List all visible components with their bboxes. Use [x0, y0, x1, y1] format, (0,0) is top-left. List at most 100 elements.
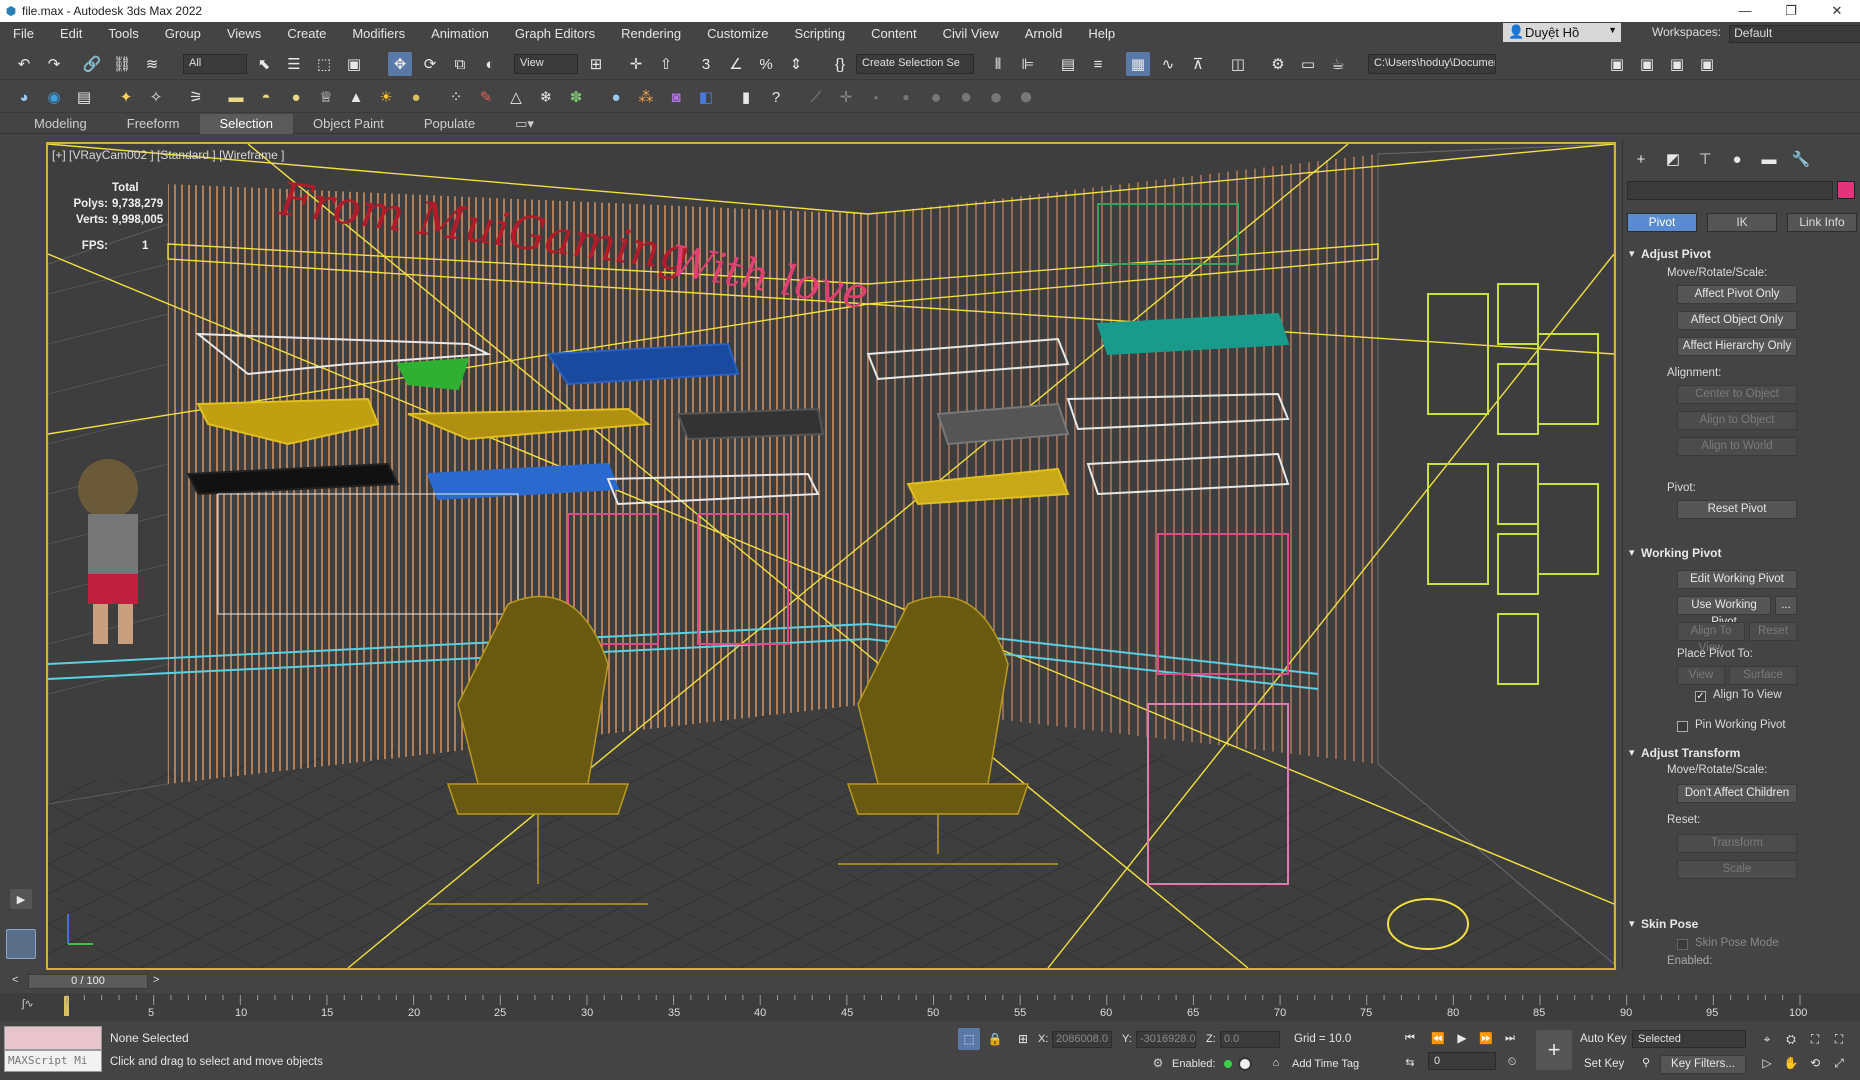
dont-affect-children-button[interactable]: Don't Affect Children [1677, 784, 1797, 803]
dot-xxlarge-icon[interactable]: ● [984, 84, 1008, 109]
dot-max-icon[interactable]: ● [1014, 83, 1038, 110]
time-tag-icon[interactable]: ⌂ [1266, 1052, 1286, 1074]
vray-decal-icon[interactable]: ✎ [474, 85, 498, 109]
menu-rendering[interactable]: Rendering [608, 26, 694, 41]
go-to-end-icon[interactable]: ⏭ [1500, 1028, 1520, 1048]
bind-space-warp-icon[interactable]: ≋ [140, 52, 164, 76]
working-pivot-header[interactable]: Working Pivot [1627, 544, 1855, 562]
zoom-all-icon[interactable]: ⛭ [1780, 1028, 1802, 1050]
time-back-icon[interactable]: < [12, 974, 18, 986]
reference-coord-dropdown[interactable]: View [514, 54, 578, 74]
menu-help[interactable]: Help [1075, 26, 1128, 41]
workspace-dropdown[interactable]: Default [1729, 25, 1860, 43]
align-to-object-button[interactable]: Align to Object [1677, 411, 1797, 430]
schematic-view-icon[interactable]: ⊼ [1186, 52, 1210, 76]
undo-icon[interactable]: ↶ [12, 52, 36, 76]
dot-medium-icon[interactable]: ● [894, 85, 918, 109]
key-filters-icon[interactable]: ⚲ [1636, 1052, 1656, 1072]
add-time-tag[interactable]: Add Time Tag [1292, 1058, 1359, 1070]
restore-button[interactable]: ❐ [1768, 0, 1814, 22]
field-of-view-icon[interactable]: ▷ [1756, 1052, 1778, 1074]
viewport[interactable]: [+] [VRayCam002 ] [Standard ] [Wireframe… [46, 142, 1616, 970]
time-forward-icon[interactable]: > [153, 974, 159, 986]
align-to-view-button[interactable]: Align To View [1677, 622, 1745, 654]
set-key-button[interactable]: Set Key [1584, 1058, 1624, 1070]
vray-toolbar-icon[interactable]: ▮ [734, 85, 758, 109]
key-mode-toggle-icon[interactable]: ⇆ [1400, 1052, 1420, 1072]
current-frame-field[interactable]: 0 [1428, 1052, 1496, 1070]
motion-panel-icon[interactable]: ● [1725, 147, 1749, 171]
vray-plant-icon[interactable]: ✽ [564, 85, 588, 109]
mirror-icon[interactable]: ⫴ [986, 52, 1010, 76]
menu-group[interactable]: Group [152, 26, 214, 41]
time-configuration-icon[interactable]: ⏲ [1502, 1052, 1522, 1072]
keyboard-shortcut-icon[interactable]: ⇧ [654, 52, 678, 76]
vray-multi-mtl-icon[interactable]: ⁂ [634, 85, 658, 109]
track-bar[interactable]: ʃ∿ 5 10 15 20 25 30 35 40 45 50 55 60 65… [0, 993, 1860, 1021]
next-frame-icon[interactable]: ⏩ [1476, 1028, 1496, 1048]
go-to-start-icon[interactable]: ⏮ [1400, 1028, 1420, 1048]
user-account-dropdown[interactable]: 👤 Duyệt Hồ ▼ [1503, 23, 1621, 42]
open-project-icon[interactable]: ▣ [1665, 52, 1689, 76]
previous-frame-icon[interactable]: ⏪ [1428, 1028, 1448, 1048]
adaptive-degradation-icon[interactable]: ⚙ [1148, 1052, 1168, 1074]
align-to-view-checkbox[interactable]: ✓ [1695, 691, 1706, 702]
snaps-toggle-icon[interactable]: 3 [694, 52, 718, 76]
tab-selection[interactable]: Selection [199, 113, 293, 134]
reset-pivot-button[interactable]: Reset Pivot [1677, 500, 1797, 519]
curve-editor-icon[interactable]: ∿ [1156, 52, 1180, 76]
y-coordinate-field[interactable]: -3016928.0 [1136, 1031, 1196, 1048]
vray-ies-icon[interactable]: ✧ [144, 85, 168, 109]
zoom-icon[interactable]: ⌖ [1756, 1028, 1778, 1050]
play-icon[interactable]: ▶ [1452, 1028, 1472, 1048]
time-slider[interactable]: 0 / 100 [28, 974, 148, 989]
set-key-icon[interactable]: + [1536, 1030, 1572, 1070]
hierarchy-panel-icon[interactable]: ⊤ [1693, 147, 1717, 171]
maxscript-listener[interactable]: MAXScript Mi [4, 1026, 102, 1076]
pivot-center-icon[interactable]: ⊞ [584, 52, 608, 76]
key-filters-button[interactable]: Key Filters... [1660, 1055, 1746, 1074]
redo-icon[interactable]: ↷ [42, 52, 66, 76]
z-coordinate-field[interactable]: 0.0 [1220, 1031, 1280, 1048]
named-selection-dropdown[interactable]: Create Selection Se [856, 54, 974, 74]
center-to-object-button[interactable]: Center to Object [1677, 385, 1797, 404]
percent-snap-icon[interactable]: % [754, 52, 778, 76]
absolute-mode-icon[interactable]: ⊞ [1012, 1028, 1034, 1050]
measure-icon[interactable]: ⟋ [804, 85, 828, 109]
menu-graph-editors[interactable]: Graph Editors [502, 26, 608, 41]
unlink-icon[interactable]: ⛓ [110, 52, 134, 76]
enabled-indicator-icon[interactable] [1224, 1060, 1232, 1068]
select-rotate-icon[interactable]: ⟳ [418, 52, 442, 76]
rendered-frame-window-icon[interactable]: ▭ [1296, 52, 1320, 76]
adjust-pivot-header[interactable]: Adjust Pivot [1627, 245, 1855, 263]
menu-civil-view[interactable]: Civil View [930, 26, 1012, 41]
layer-explorer-icon[interactable]: ▤ [1056, 52, 1080, 76]
scene-explorer-icon[interactable]: ▦ [1126, 52, 1150, 76]
isolate-selection-icon[interactable]: ⬚ [958, 1028, 980, 1050]
project-path-field[interactable]: C:\Users\hoduy\Documents\3ds Max 2022 [1368, 54, 1496, 74]
key-mode-dropdown[interactable]: Selected [1632, 1030, 1746, 1048]
vray-lister-icon[interactable]: ▤ [72, 85, 96, 109]
tape-icon[interactable]: ✛ [834, 85, 858, 109]
maximize-viewport-icon[interactable]: ⤢ [1828, 1052, 1850, 1074]
vray-proxy-icon[interactable]: ▲ [344, 85, 368, 109]
create-project-icon[interactable]: ▣ [1635, 52, 1659, 76]
minimize-button[interactable]: — [1722, 0, 1768, 22]
menu-views[interactable]: Views [214, 26, 274, 41]
help-icon[interactable]: ? [764, 85, 788, 109]
pin-working-pivot-checkbox[interactable] [1677, 721, 1688, 732]
align-icon[interactable]: ⊫ [1016, 52, 1040, 76]
maxscript-input[interactable]: MAXScript Mi [4, 1050, 102, 1072]
tab-ik[interactable]: IK [1707, 213, 1777, 232]
auto-key-button[interactable]: Auto Key [1580, 1033, 1627, 1045]
vray-light-sphere-icon[interactable]: ● [404, 85, 428, 109]
skin-pose-header[interactable]: Skin Pose [1627, 915, 1855, 933]
edit-named-selection-icon[interactable]: {} [828, 52, 852, 76]
viewport-label[interactable]: [+] [VRayCam002 ] [Standard ] [Wireframe… [52, 148, 284, 162]
vray-render-icon[interactable]: ◉ [42, 85, 66, 109]
close-button[interactable]: ✕ [1814, 0, 1860, 22]
affect-hierarchy-only-button[interactable]: Affect Hierarchy Only [1677, 337, 1797, 356]
set-project-icon[interactable]: ▣ [1695, 52, 1719, 76]
place-pivot-surface-button[interactable]: Surface [1729, 666, 1797, 685]
zoom-extents-icon[interactable]: ⛶ [1804, 1028, 1826, 1050]
